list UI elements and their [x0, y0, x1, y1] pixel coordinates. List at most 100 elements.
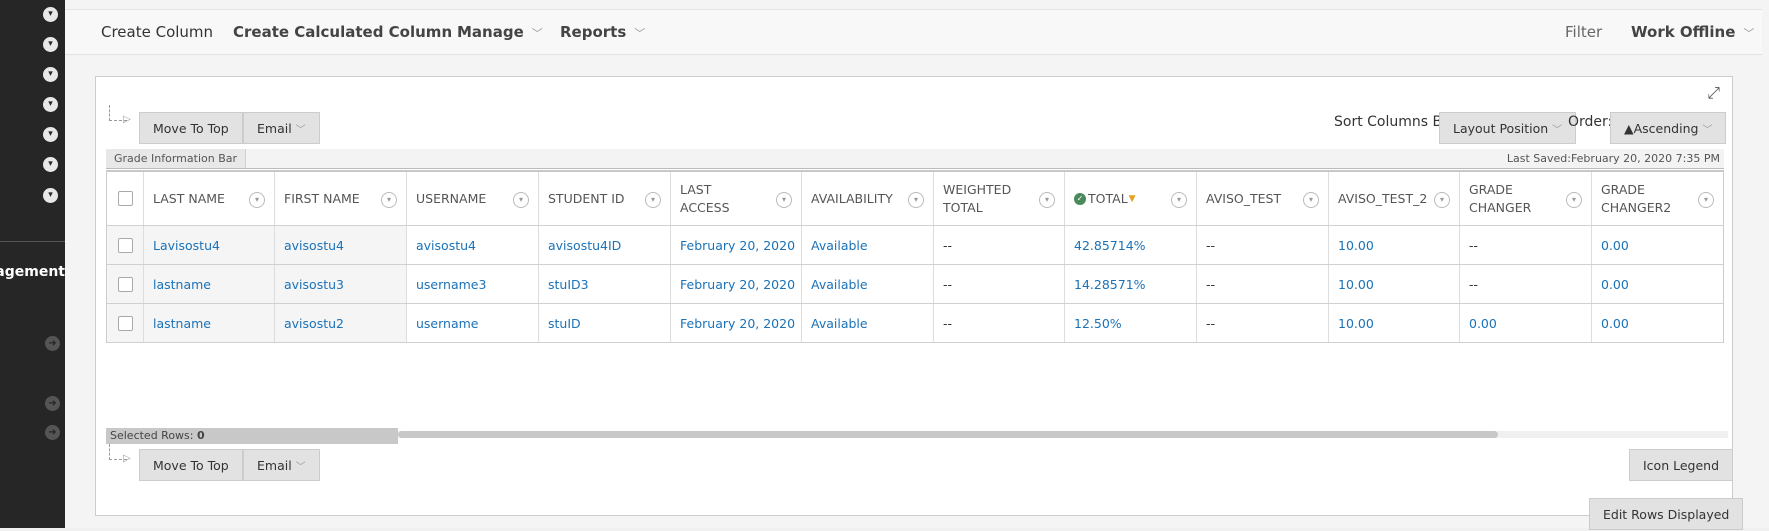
- cell-last-access[interactable]: February 20, 2020: [671, 304, 802, 342]
- arrow-right-icon[interactable]: ➜: [45, 336, 60, 351]
- header-aviso-test-2[interactable]: AVISO_TEST_2 ▾: [1329, 172, 1460, 225]
- move-to-top-button-bottom[interactable]: Move To Top: [139, 449, 243, 481]
- cell-aviso-test[interactable]: --: [1197, 226, 1329, 264]
- chevron-down-icon[interactable]: ▾: [43, 7, 58, 22]
- work-offline-menu[interactable]: Work Offline ﹀: [1631, 10, 1754, 55]
- header-label: LAST NAME: [153, 190, 225, 206]
- icon-legend-button[interactable]: Icon Legend: [1629, 449, 1734, 481]
- cell-grade-changer2[interactable]: 0.00: [1592, 226, 1723, 264]
- cell-grade-changer2[interactable]: 0.00: [1592, 265, 1723, 303]
- edit-rows-displayed-label: Edit Rows Displayed: [1603, 507, 1730, 522]
- cell-grade-changer2[interactable]: 0.00: [1592, 304, 1723, 342]
- header-first-name[interactable]: FIRST NAME ▾: [275, 172, 407, 225]
- header-availability[interactable]: AVAILABILITY ▾: [802, 172, 934, 225]
- order-select[interactable]: ▲Ascending ﹀: [1610, 112, 1727, 144]
- cell-student-id[interactable]: stuID: [539, 304, 671, 342]
- cell-first-name[interactable]: avisostu4: [275, 226, 407, 264]
- cell-availability[interactable]: Available: [802, 265, 934, 303]
- arrow-right-icon[interactable]: ➜: [45, 425, 60, 440]
- header-last-access[interactable]: LAST ACCESS ▾: [671, 172, 802, 225]
- chevron-down-icon[interactable]: ▾: [513, 192, 529, 208]
- cell-aviso-test[interactable]: --: [1197, 265, 1329, 303]
- grid-header-row: LAST NAME ▾ FIRST NAME ▾ USERNAME ▾ STUDENT…: [107, 170, 1723, 226]
- filter-button[interactable]: Filter: [1565, 10, 1602, 55]
- create-column-button[interactable]: Create Column: [101, 10, 213, 55]
- cell-weighted-total[interactable]: --: [934, 226, 1065, 264]
- cell-grade-changer[interactable]: 0.00: [1460, 304, 1592, 342]
- grade-information-bar-tab[interactable]: Grade Information Bar: [106, 149, 247, 168]
- header-last-name[interactable]: LAST NAME ▾: [144, 172, 275, 225]
- cell-student-id[interactable]: stuID3: [539, 265, 671, 303]
- expand-icon[interactable]: ⤢: [1707, 83, 1720, 103]
- page-scrollbar[interactable]: [1762, 0, 1769, 528]
- chevron-down-icon[interactable]: ▾: [43, 67, 58, 82]
- move-to-top-button[interactable]: Move To Top: [139, 112, 243, 144]
- chevron-down-icon[interactable]: ▾: [43, 157, 58, 172]
- cell-availability[interactable]: Available: [802, 304, 934, 342]
- row-checkbox[interactable]: [118, 315, 133, 331]
- cell-student-id[interactable]: avisostu4ID: [539, 226, 671, 264]
- cell-weighted-total[interactable]: --: [934, 304, 1065, 342]
- chevron-down-icon[interactable]: ▾: [43, 97, 58, 112]
- cell-last-name[interactable]: lastname: [144, 265, 275, 303]
- email-menu-button[interactable]: Email ﹀: [243, 112, 320, 144]
- cell-aviso-test-2[interactable]: 10.00: [1329, 265, 1460, 303]
- header-grade-changer[interactable]: GRADE CHANGER ▾: [1460, 172, 1592, 225]
- cell-last-name[interactable]: Lavisostu4: [144, 226, 275, 264]
- chevron-down-icon[interactable]: ▾: [249, 192, 265, 208]
- cell-username[interactable]: username: [407, 304, 539, 342]
- check-circle-icon: ✓: [1074, 192, 1086, 205]
- chevron-down-icon[interactable]: ▾: [43, 37, 58, 52]
- cell-first-name[interactable]: avisostu3: [275, 265, 407, 303]
- chevron-down-icon[interactable]: ▾: [776, 192, 792, 208]
- row-checkbox[interactable]: [118, 237, 133, 253]
- edit-rows-displayed-button[interactable]: Edit Rows Displayed: [1589, 498, 1744, 530]
- cell-availability[interactable]: Available: [802, 226, 934, 264]
- reports-menu[interactable]: Reports ﹀: [560, 10, 645, 55]
- chevron-down-icon[interactable]: ▾: [1039, 192, 1055, 208]
- header-grade-changer2[interactable]: GRADE CHANGER2 ▾: [1592, 172, 1723, 225]
- cell-grade-changer[interactable]: --: [1460, 226, 1592, 264]
- cell-total[interactable]: 42.85714%: [1065, 226, 1197, 264]
- header-label: STUDENT ID: [548, 190, 625, 206]
- chevron-down-icon[interactable]: ▾: [43, 188, 58, 203]
- cell-first-name[interactable]: avisostu2: [275, 304, 407, 342]
- cell-aviso-test[interactable]: --: [1197, 304, 1329, 342]
- cell-last-access[interactable]: February 20, 2020: [671, 265, 802, 303]
- cell-aviso-test-2[interactable]: 10.00: [1329, 226, 1460, 264]
- chevron-down-icon[interactable]: ▾: [1171, 192, 1187, 208]
- cell-username[interactable]: username3: [407, 265, 539, 303]
- cell-grade-changer[interactable]: --: [1460, 265, 1592, 303]
- cell-total[interactable]: 14.28571%: [1065, 265, 1197, 303]
- row-checkbox[interactable]: [118, 276, 133, 292]
- arrow-right-icon: ▷: [123, 114, 131, 125]
- manage-menu[interactable]: Manage ﹀: [457, 10, 543, 55]
- header-weighted-total[interactable]: WEIGHTED TOTAL ▾: [934, 172, 1065, 225]
- chevron-down-icon[interactable]: ▾: [381, 192, 397, 208]
- selected-rows-bar: Selected Rows: 0: [106, 428, 398, 444]
- chevron-down-icon[interactable]: ▾: [1303, 192, 1319, 208]
- cell-total[interactable]: 12.50%: [1065, 304, 1197, 342]
- header-aviso-test[interactable]: AVISO_TEST ▾: [1197, 172, 1329, 225]
- arrow-right-icon[interactable]: ➜: [45, 396, 60, 411]
- chevron-down-icon[interactable]: ▾: [1566, 192, 1582, 208]
- horizontal-scrollbar-thumb[interactable]: [398, 431, 1498, 438]
- chevron-down-icon[interactable]: ▾: [1698, 192, 1714, 208]
- email-menu-button-bottom[interactable]: Email ﹀: [243, 449, 320, 481]
- chevron-down-icon[interactable]: ▾: [645, 192, 661, 208]
- sort-columns-select[interactable]: Layout Position ﹀: [1439, 112, 1577, 144]
- cell-last-name[interactable]: lastname: [144, 304, 275, 342]
- chevron-down-icon[interactable]: ▾: [1434, 192, 1450, 208]
- cell-username[interactable]: avisostu4: [407, 226, 539, 264]
- header-student-id[interactable]: STUDENT ID ▾: [539, 172, 671, 225]
- email-label: Email: [257, 458, 292, 473]
- chevron-down-icon[interactable]: ▾: [43, 127, 58, 142]
- select-all-checkbox[interactable]: [118, 191, 133, 206]
- cell-last-access[interactable]: February 20, 2020: [671, 226, 802, 264]
- cell-weighted-total[interactable]: --: [934, 265, 1065, 303]
- create-calculated-column-menu[interactable]: Create Calculated Column ﹀: [233, 10, 471, 55]
- header-username[interactable]: USERNAME ▾: [407, 172, 539, 225]
- chevron-down-icon[interactable]: ▾: [908, 192, 924, 208]
- cell-aviso-test-2[interactable]: 10.00: [1329, 304, 1460, 342]
- header-total[interactable]: ✓ TOTAL ▼ ▾: [1065, 172, 1197, 225]
